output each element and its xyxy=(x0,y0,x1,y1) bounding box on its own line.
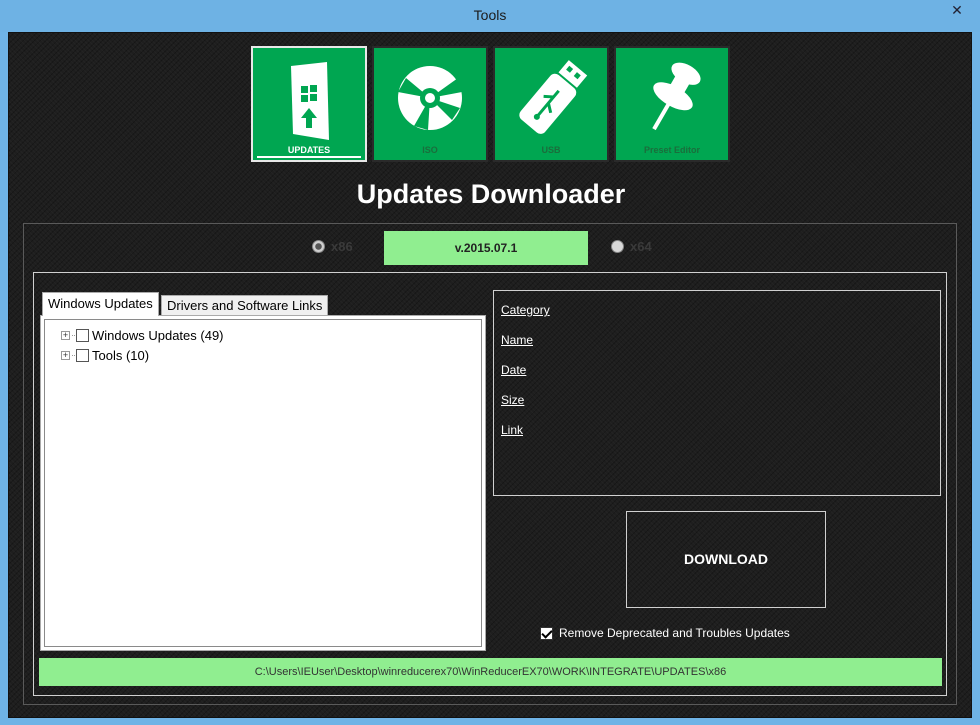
radio-x86-dot[interactable] xyxy=(312,240,325,253)
window-title: Tools xyxy=(473,7,507,23)
tile-updates[interactable]: UPDATES xyxy=(251,46,367,162)
radio-x86-label: x86 xyxy=(331,239,353,254)
title-bar: Tools ✕ xyxy=(0,0,980,32)
radio-x64-dot[interactable] xyxy=(611,240,624,253)
updates-tree: + Windows Updates (49) + Tools (10) xyxy=(40,315,486,651)
app-frame: UPDATES ISO USB Preset Editor Updates Do… xyxy=(8,32,972,718)
tree-item-label: Tools (10) xyxy=(92,347,150,363)
remove-deprecated-option[interactable]: Remove Deprecated and Troubles Updates xyxy=(540,626,790,640)
tree-view[interactable]: + Windows Updates (49) + Tools (10) xyxy=(44,319,482,647)
download-button[interactable]: DOWNLOAD xyxy=(626,511,826,608)
tree-item-tools[interactable]: + Tools (10) xyxy=(61,346,149,364)
tile-preset-editor[interactable]: Preset Editor xyxy=(614,46,730,162)
update-details-panel: Category Name Date Size Link xyxy=(493,290,941,496)
tab-drivers-software-links[interactable]: Drivers and Software Links xyxy=(161,295,329,316)
output-path-bar: C:\Users\IEUser\Desktop\winreducerex70\W… xyxy=(39,658,942,686)
detail-date[interactable]: Date xyxy=(501,363,526,377)
tile-updates-label: UPDATES xyxy=(287,145,331,155)
expand-icon[interactable]: + xyxy=(61,350,70,360)
remove-deprecated-checkbox[interactable] xyxy=(540,626,553,640)
usb-drive-icon xyxy=(519,60,588,134)
page-title: Updates Downloader xyxy=(356,179,626,209)
tree-checkbox[interactable] xyxy=(76,328,89,342)
tile-preset-editor-label: Preset Editor xyxy=(643,145,701,155)
active-tile-indicator xyxy=(257,156,361,158)
detail-link[interactable]: Link xyxy=(501,423,523,437)
detail-category[interactable]: Category xyxy=(501,303,550,317)
tab-windows-updates[interactable]: Windows Updates xyxy=(42,292,159,316)
tree-connector xyxy=(72,354,75,356)
tree-connector xyxy=(72,334,75,336)
remove-deprecated-label: Remove Deprecated and Troubles Updates xyxy=(559,626,790,640)
windows-update-icon xyxy=(291,62,329,140)
pushpin-icon xyxy=(652,62,701,131)
tree-item-windows-updates[interactable]: + Windows Updates (49) xyxy=(61,326,224,344)
expand-icon[interactable]: + xyxy=(61,330,70,340)
tile-usb-label: USB xyxy=(541,145,561,155)
tile-iso-label: ISO xyxy=(422,145,438,155)
close-button[interactable]: ✕ xyxy=(942,0,972,22)
detail-name[interactable]: Name xyxy=(501,333,533,347)
radio-x64[interactable]: x64 xyxy=(611,239,652,254)
tree-checkbox[interactable] xyxy=(76,348,89,362)
tree-item-label: Windows Updates (49) xyxy=(92,327,224,343)
radio-x86[interactable]: x86 xyxy=(312,239,353,254)
disc-icon xyxy=(398,66,462,130)
tile-usb[interactable]: USB xyxy=(493,46,609,162)
radio-x64-label: x64 xyxy=(630,239,652,254)
tile-iso[interactable]: ISO xyxy=(372,46,488,162)
version-label: v.2015.07.1 xyxy=(384,231,588,265)
detail-size[interactable]: Size xyxy=(501,393,524,407)
